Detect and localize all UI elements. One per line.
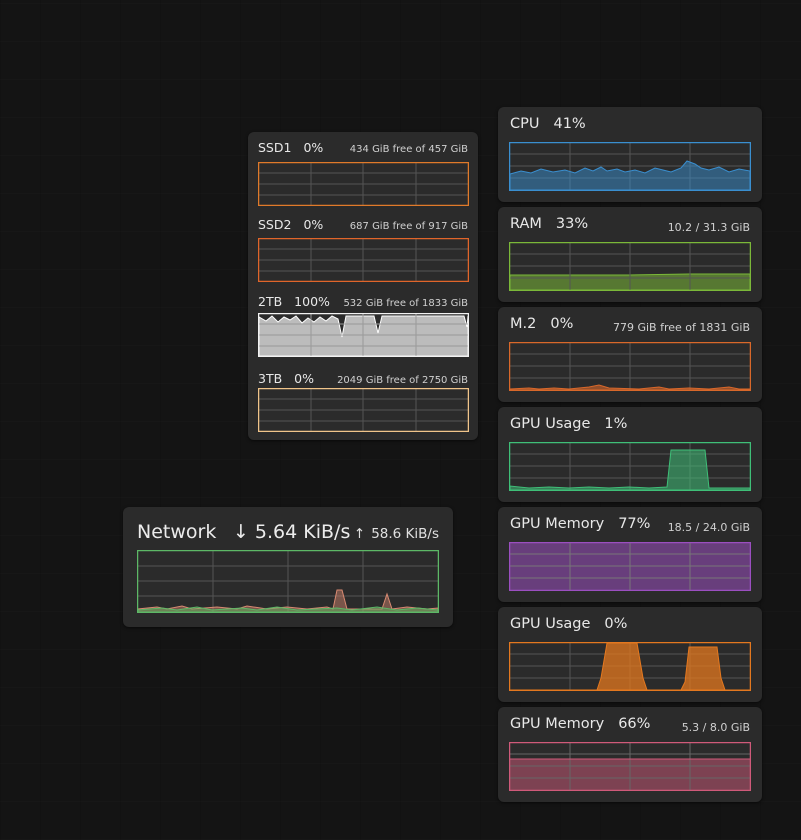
disk-detail: 434 GiB free of 457 GiB	[349, 144, 468, 155]
m2-graph	[509, 342, 751, 391]
monitor-detail: 18.5 / 24.0 GiB	[667, 521, 750, 534]
cpu-graph	[509, 142, 751, 191]
upload-arrow-icon: ↑	[353, 526, 366, 542]
disk-label: 3TB 0%	[258, 371, 315, 386]
disk-label: 2TB 100%	[258, 294, 330, 309]
gpu-usage-monitor-1: GPU Usage 1%	[498, 407, 762, 502]
cpu-monitor: CPU 41%	[498, 107, 762, 202]
disk-graph	[258, 162, 469, 206]
m2-monitor: M.2 0% 779 GiB free of 1831 GiB	[498, 307, 762, 402]
monitor-label: RAM 33%	[510, 216, 589, 232]
monitor-label: GPU Usage 1%	[510, 416, 628, 432]
disk-detail: 532 GiB free of 1833 GiB	[343, 298, 468, 309]
network-graph	[137, 550, 439, 613]
network-upload-value: 58.6 KiB/s	[371, 526, 439, 542]
gpu-memory-graph	[509, 742, 751, 791]
disk-card-ssd1: SSD1 0% 434 GiB free of 457 GiB	[248, 132, 478, 209]
download-arrow-icon: ↓	[233, 521, 249, 543]
gpu-usage-graph	[509, 642, 751, 691]
gpu-memory-monitor-2: GPU Memory 66% 5.3 / 8.0 GiB	[498, 707, 762, 802]
ram-monitor: RAM 33% 10.2 / 31.3 GiB	[498, 207, 762, 302]
network-download-value: 5.64 KiB/s	[254, 521, 351, 543]
disk-label: SSD1 0%	[258, 140, 324, 155]
ram-graph	[509, 242, 751, 291]
disk-graph	[258, 238, 469, 282]
monitor-detail: 10.2 / 31.3 GiB	[667, 221, 750, 234]
disk-graph	[258, 388, 469, 432]
monitor-label: GPU Usage 0%	[510, 616, 628, 632]
monitor-detail: 779 GiB free of 1831 GiB	[612, 321, 750, 334]
disk-detail: 2049 GiB free of 2750 GiB	[337, 375, 468, 386]
network-download: ↓ 5.64 KiB/s	[233, 521, 350, 543]
monitor-label: CPU 41%	[510, 116, 586, 132]
gpu-memory-monitor-1: GPU Memory 77% 18.5 / 24.0 GiB	[498, 507, 762, 602]
disk-label: SSD2 0%	[258, 217, 324, 232]
gpu-usage-graph	[509, 442, 751, 491]
disk-panel: SSD1 0% 434 GiB free of 457 GiB SSD2 0% 68…	[248, 132, 478, 440]
disk-detail: 687 GiB free of 917 GiB	[349, 221, 468, 232]
disk-card-ssd2: SSD2 0% 687 GiB free of 917 GiB	[248, 209, 478, 286]
monitor-label: GPU Memory 66%	[510, 716, 651, 732]
monitor-label: GPU Memory 77%	[510, 516, 651, 532]
network-upload: ↑ 58.6 KiB/s	[354, 526, 439, 542]
monitor-detail: 5.3 / 8.0 GiB	[681, 721, 750, 734]
network-widget: Network ↓ 5.64 KiB/s ↑ 58.6 KiB/s	[123, 507, 453, 627]
disk-card-3tb: 3TB 0% 2049 GiB free of 2750 GiB	[248, 363, 478, 440]
gpu-memory-graph	[509, 542, 751, 591]
gpu-usage-monitor-2: GPU Usage 0%	[498, 607, 762, 702]
monitor-label: M.2 0%	[510, 316, 574, 332]
network-title: Network	[137, 521, 217, 543]
disk-card-2tb: 2TB 100% 532 GiB free of 1833 GiB	[248, 286, 478, 363]
disk-graph	[258, 313, 469, 357]
